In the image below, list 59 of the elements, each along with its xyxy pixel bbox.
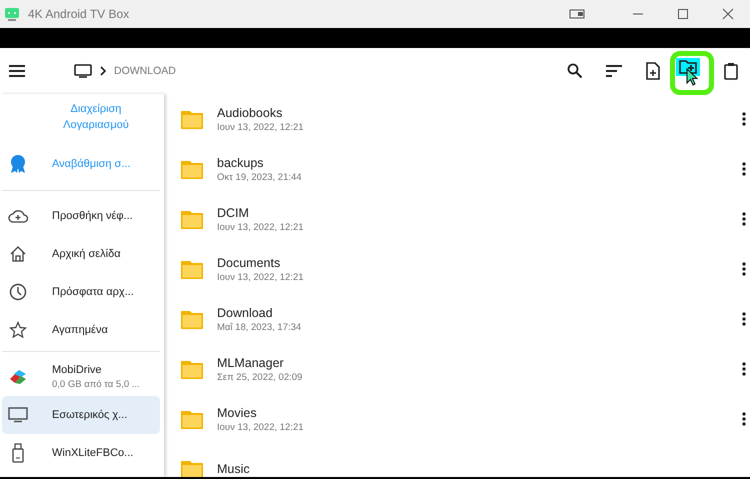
cursor-icon xyxy=(686,68,698,86)
file-date: Οκτ 19, 2023, 21:44 xyxy=(217,172,303,182)
folder-icon xyxy=(181,409,203,429)
file-name[interactable]: Documents xyxy=(217,256,742,270)
badge-icon xyxy=(8,154,28,174)
folder-icon xyxy=(181,209,203,229)
file-date: Μαΐ 18, 2023, 17:34 xyxy=(217,322,302,332)
menu-icon[interactable] xyxy=(9,65,25,77)
sidebar-item[interactable]: Εσωτερικός χ... xyxy=(2,396,160,434)
maximize-icon[interactable] xyxy=(677,8,689,20)
clipboard-icon[interactable] xyxy=(724,62,738,80)
cloud-add-icon xyxy=(8,209,28,223)
sidebar-item[interactable]: MobiDrive 0,0 GB από τα 5,0 ... xyxy=(2,358,160,396)
drive-logo-icon xyxy=(8,369,28,385)
window-mode-icon[interactable] xyxy=(569,8,585,20)
file-name[interactable]: Music xyxy=(217,462,750,476)
more-options-icon[interactable] xyxy=(742,312,746,326)
more-options-icon[interactable] xyxy=(742,212,746,226)
file-name[interactable]: Audiobooks xyxy=(217,106,742,120)
file-name[interactable]: DCIM xyxy=(217,206,742,220)
more-options-icon[interactable] xyxy=(742,362,746,376)
more-options-icon[interactable] xyxy=(742,162,746,176)
more-options-icon[interactable] xyxy=(742,262,746,276)
file-name[interactable]: Download xyxy=(217,306,742,320)
star-icon xyxy=(8,321,28,339)
folder-icon xyxy=(181,359,203,379)
file-name[interactable]: MLManager xyxy=(217,356,742,370)
file-date: Σεπ 25, 2022, 02:09 xyxy=(217,372,304,382)
file-date: Ιουν 13, 2022, 12:21 xyxy=(217,272,305,282)
new-folder-icon[interactable] xyxy=(676,58,700,76)
sidebar-item[interactable]: Προσθήκη νέφ... xyxy=(2,197,160,235)
folder-icon xyxy=(181,259,203,279)
monitor-icon xyxy=(8,407,28,423)
breadcrumb-item[interactable]: DOWNLOAD xyxy=(114,65,176,77)
monitor-icon[interactable] xyxy=(74,64,92,78)
file-date: Ιουν 13, 2022, 12:21 xyxy=(217,122,305,132)
chevron-icon xyxy=(99,66,107,76)
search-icon[interactable] xyxy=(566,63,582,79)
clock-icon xyxy=(8,283,28,301)
file-name[interactable]: Movies xyxy=(217,406,742,420)
more-options-icon[interactable] xyxy=(742,412,746,426)
sidebar-item[interactable]: Πρόσφατα αρχ... xyxy=(2,273,160,311)
file-date: Ιουν 13, 2022, 12:21 xyxy=(217,422,305,432)
sidebar-item[interactable]: WinXLiteFBCo... xyxy=(2,434,160,472)
app-icon xyxy=(4,6,20,22)
sort-icon[interactable] xyxy=(606,65,622,77)
folder-icon xyxy=(181,459,203,477)
folder-icon xyxy=(181,159,203,179)
file-date: Ιουν 13, 2022, 12:21 xyxy=(217,222,305,232)
new-file-icon[interactable] xyxy=(646,62,660,80)
close-icon[interactable] xyxy=(722,8,734,20)
sidebar-item[interactable]: Αγαπημένα xyxy=(2,311,160,349)
file-name[interactable]: backups xyxy=(217,156,742,170)
folder-icon xyxy=(181,309,203,329)
folder-icon xyxy=(181,109,203,129)
window-title: 4K Android TV Box xyxy=(28,7,130,21)
more-options-icon[interactable] xyxy=(742,112,746,126)
sidebar-item[interactable]: Αρχική σελίδα xyxy=(2,235,160,273)
home-icon xyxy=(8,246,28,262)
